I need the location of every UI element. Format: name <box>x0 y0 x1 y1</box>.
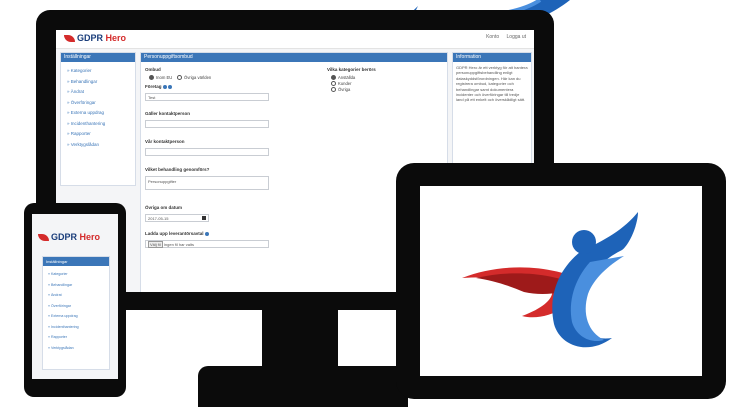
sidebar-title: Inställningar <box>61 53 135 62</box>
phone-menu-item[interactable]: » Verktygslådan <box>48 343 109 354</box>
gdpr-hero-logo-icon <box>462 212 638 348</box>
info-hint-icon[interactable] <box>162 84 167 89</box>
app-logo[interactable]: GDPR Hero <box>64 33 126 43</box>
phone-menu-item[interactable]: » Kategorier <box>48 269 109 280</box>
phone-menu-item[interactable]: » Överföringar <box>48 301 109 312</box>
sidebar-item-processing[interactable]: » Behandlingar <box>67 77 135 88</box>
top-links: Konto Logga ut <box>480 34 526 40</box>
our-contact-input[interactable] <box>145 148 269 156</box>
logout-link[interactable]: Logga ut <box>507 34 526 40</box>
category-customers-dot[interactable] <box>331 81 336 87</box>
account-link[interactable]: Konto <box>486 34 499 40</box>
upload-label: Ladda upp leverantörsavtal <box>145 231 209 236</box>
gdpr-hero-logo-icon <box>64 35 75 43</box>
phone-menu-item[interactable]: » Externa uppdrag <box>48 311 109 322</box>
radio-eu[interactable]: Inom EU <box>149 75 173 81</box>
phone-logo-text: GDPR <box>51 232 78 242</box>
our-contact-label: Vår kontaktperson <box>145 139 185 144</box>
monitor-stand <box>262 308 338 368</box>
date-label: Övriga om datum <box>145 205 183 210</box>
contact-label: Gäller kontaktperson <box>145 111 191 116</box>
upload-status: Ingen fil har valts <box>163 242 195 247</box>
phone-menu-item[interactable]: » Ändrat <box>48 290 109 301</box>
info-title: Information <box>453 53 531 62</box>
category-customers-label: Kunder <box>338 81 352 86</box>
app-header: GDPR Hero Konto Logga ut <box>56 30 534 49</box>
date-input[interactable]: 2017-05-15 <box>145 214 209 222</box>
category-other-dot[interactable] <box>331 87 336 93</box>
category-employees-dot[interactable] <box>331 75 336 81</box>
category-customers[interactable]: Kunder <box>331 81 352 87</box>
phone-menu-item[interactable]: » Incidenthantering <box>48 322 109 333</box>
company-input[interactable]: Test <box>145 93 269 101</box>
sidebar-item-transfers[interactable]: » Överföringar <box>67 98 135 109</box>
radio-world-label: Övriga världen <box>184 75 212 80</box>
sidebar-item-incidents[interactable]: » Incidenthantering <box>67 119 135 130</box>
sidebar-item-changed[interactable]: » Ändrat <box>67 87 135 98</box>
radio-eu-dot[interactable] <box>149 75 154 81</box>
info-hint-icon[interactable] <box>204 231 209 236</box>
sidebar-item-reports[interactable]: » Rapporter <box>67 129 135 140</box>
info-hint-icon[interactable] <box>167 84 172 89</box>
upload-label-text: Ladda upp leverantörsavtal <box>145 231 204 236</box>
phone-menu-item[interactable]: » Rapporter <box>48 332 109 343</box>
logo-hero-text: Hero <box>105 33 127 43</box>
category-employees-label: Anställda <box>338 75 356 80</box>
form-title: Personuppgiftsombud <box>141 53 447 62</box>
phone-app-logo[interactable]: GDPR Hero <box>38 232 100 242</box>
phone-menu-panel: Inställningar » Kategorier » Behandlinga… <box>42 256 110 370</box>
phone-menu-title: Inställningar <box>43 257 109 266</box>
company-label: Företag <box>145 84 172 89</box>
sidebar-panel: Inställningar » Kategorier » Behandlinga… <box>60 52 136 186</box>
category-other-label: Övriga <box>338 87 351 92</box>
date-value: 2017-05-15 <box>148 216 169 221</box>
radio-eu-label: Inom EU <box>156 75 173 80</box>
info-text: GDPR Hero är ett verktyg för att hantera… <box>456 65 528 103</box>
category-other[interactable]: Övriga <box>331 87 351 93</box>
phone-logo-hero-text: Hero <box>79 232 101 242</box>
logo-text: GDPR <box>77 33 104 43</box>
ombud-label: Ombud <box>145 67 161 72</box>
company-label-text: Företag <box>145 84 162 89</box>
phone-screen: GDPR Hero Inställningar » Kategorier » B… <box>32 214 118 379</box>
sidebar-item-external[interactable]: » Externa uppdrag <box>67 108 135 119</box>
phone-menu-item[interactable]: » Behandlingar <box>48 280 109 291</box>
processing-label: Vilket behandling genomförs? <box>145 167 210 172</box>
radio-world[interactable]: Övriga världen <box>177 75 212 81</box>
gdpr-hero-logo-icon <box>38 234 49 242</box>
categories-title: Vilka kategorier berörs <box>327 67 376 72</box>
sidebar-item-categories[interactable]: » Kategorier <box>67 66 135 77</box>
radio-world-dot[interactable] <box>177 75 182 81</box>
monitor-stand-base <box>198 366 408 407</box>
upload-field[interactable]: Välj fil Ingen fil har valts <box>145 240 269 248</box>
contact-input[interactable] <box>145 120 269 128</box>
info-panel: Information GDPR Hero är ett verktyg för… <box>452 52 532 179</box>
sidebar-item-toolbox[interactable]: » Verktygslådan <box>67 140 135 151</box>
category-employees[interactable]: Anställda <box>331 75 356 81</box>
choose-file-button[interactable]: Välj fil <box>148 241 163 248</box>
calendar-icon[interactable] <box>202 216 206 220</box>
processing-textarea[interactable]: Personuppgifter <box>145 176 269 190</box>
